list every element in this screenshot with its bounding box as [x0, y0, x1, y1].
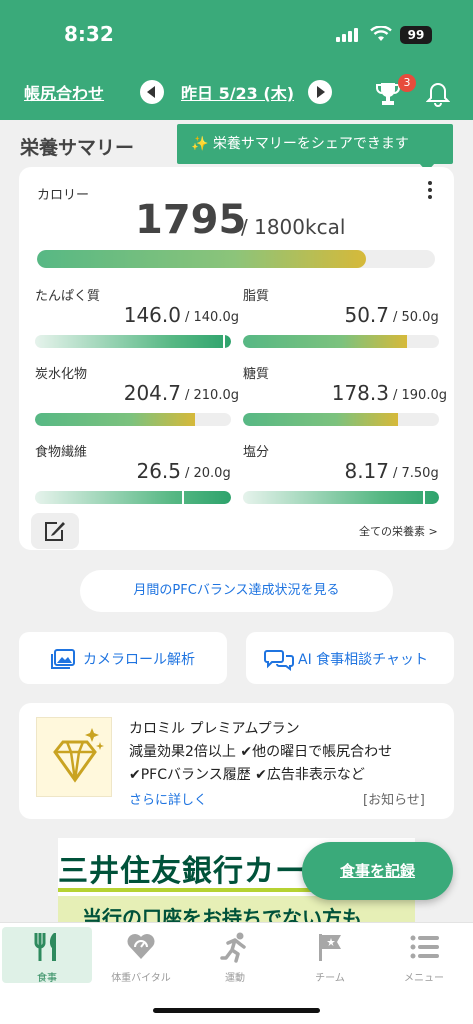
nutrient-progress-fill: [35, 335, 231, 348]
premium-more-link[interactable]: さらに詳しく: [129, 789, 207, 808]
menu-list-icon: [410, 935, 439, 959]
record-meal-button[interactable]: 食事を記録: [302, 842, 453, 900]
nutrient-value: 178.3: [331, 381, 389, 405]
goal-marker: [223, 335, 225, 348]
tab-label: 体重バイタル: [111, 973, 171, 984]
nutrient-target: / 20.0g: [185, 466, 231, 481]
nutrient-target: / 190.0g: [393, 388, 447, 403]
nutrient-name: たんぱく質: [35, 289, 101, 304]
nutrient-value: 8.17: [344, 459, 389, 483]
chat-bubbles-icon: [264, 650, 294, 671]
photo-gallery-icon: [51, 649, 75, 669]
tab-label: 食事: [37, 973, 57, 984]
tab-team[interactable]: チーム: [285, 927, 375, 984]
tab-label: 運動: [225, 973, 245, 984]
ledger-link[interactable]: 帳尻合わせ: [24, 80, 104, 104]
tab-weight-vital[interactable]: 体重バイタル: [96, 927, 186, 984]
calorie-target: / 1800kcal: [241, 215, 346, 239]
chevron-left-icon: [147, 86, 155, 98]
nutrient-progress-bar: [243, 413, 439, 426]
current-date[interactable]: 昨日 5/23 (木): [181, 80, 294, 104]
nutrient-value: 26.5: [136, 459, 181, 483]
tab-menu[interactable]: メニュー: [379, 927, 469, 984]
status-bar: 8:32 99: [0, 0, 473, 62]
ai-chat-button[interactable]: AI 食事相談チャット: [246, 632, 454, 684]
nutrient-name: 脂質: [243, 289, 270, 304]
premium-feature-line: ✔︎PFCバランス履歴 ✔︎広告非表示など: [129, 767, 365, 783]
nutrient-name: 糖質: [243, 367, 270, 382]
calorie-progress-fill: [37, 250, 366, 268]
more-options-icon[interactable]: [427, 181, 433, 201]
heart-scale-icon: [127, 934, 155, 959]
bell-icon[interactable]: [426, 81, 450, 107]
tab-exercise[interactable]: 運動: [190, 927, 280, 984]
ai-chat-label: AI 食事相談チャット: [298, 652, 429, 668]
ad-title: 三井住友銀行カード: [58, 854, 337, 889]
nutrition-summary-card: カロリー 1795 / 1800kcal たんぱく質 146.0 / 140.0g 脂…: [19, 167, 454, 550]
nutrient-target: / 210.0g: [185, 388, 239, 403]
edit-icon: [45, 522, 65, 541]
premium-title: カロミル プレミアムプラン: [129, 721, 300, 737]
tab-meal[interactable]: 食事: [2, 927, 92, 984]
nutrient-progress-fill: [243, 335, 407, 348]
fork-knife-icon: [34, 933, 56, 961]
top-bar: 8:32 99 帳尻合わせ 昨日 5/23 (木) 3: [0, 0, 473, 120]
nutrient-target: / 50.0g: [393, 310, 439, 325]
tab-label: チーム: [315, 973, 345, 984]
nutrient-name: 炭水化物: [35, 367, 88, 382]
prev-day-button[interactable]: [140, 80, 164, 104]
share-tooltip-text: ✨ 栄養サマリーをシェアできます: [191, 136, 409, 152]
nutrient-progress-fill: [35, 491, 231, 504]
wifi-icon: [370, 26, 392, 41]
nutrient-name: 食物繊維: [35, 445, 88, 460]
chevron-right-icon: [317, 86, 325, 98]
nutrient-value: 146.0: [123, 303, 181, 327]
share-tooltip[interactable]: ✨ 栄養サマリーをシェアできます: [177, 124, 453, 172]
section-title: 栄養サマリー: [20, 137, 135, 159]
nutrient-progress-bar: [243, 491, 439, 504]
premium-note-label: [お知らせ]: [363, 793, 425, 808]
nutrient-value: 50.7: [344, 303, 389, 327]
status-time: 8:32: [64, 22, 114, 46]
nutrient-progress-bar: [35, 413, 231, 426]
nutrient-progress-bar: [243, 335, 439, 348]
premium-feature-line: 減量効果2倍以上 ✔︎他の曜日で帳尻合わせ: [129, 744, 393, 760]
camera-roll-button[interactable]: カメラロール解析: [19, 632, 227, 684]
all-nutrients-link[interactable]: 全ての栄養素 >: [359, 523, 438, 539]
goal-marker: [182, 491, 184, 504]
camera-roll-label: カメラロール解析: [83, 652, 195, 668]
goal-marker: [423, 491, 425, 504]
flag-icon: [319, 934, 341, 961]
edit-button[interactable]: [31, 513, 79, 549]
home-indicator: [153, 1008, 320, 1013]
calorie-value: 1795: [135, 197, 247, 243]
premium-plan-card[interactable]: カロミル プレミアムプラン 減量効果2倍以上 ✔︎他の曜日で帳尻合わせ ✔︎PF…: [19, 703, 454, 819]
nutrient-progress-fill: [243, 413, 398, 426]
diamond-icon: [36, 717, 112, 797]
notification-badge: 3: [398, 74, 416, 92]
cellular-signal-icon: [336, 28, 358, 42]
next-day-button[interactable]: [308, 80, 332, 104]
nutrient-progress-fill: [243, 491, 439, 504]
pfc-balance-button[interactable]: 月間のPFCバランス達成状況を見る: [80, 570, 393, 612]
nutrient-value: 204.7: [123, 381, 181, 405]
nutrient-progress-bar: [35, 335, 231, 348]
date-nav: 帳尻合わせ 昨日 5/23 (木) 3: [0, 72, 473, 112]
nutrient-progress-fill: [35, 413, 195, 426]
calorie-progress-bar: [37, 250, 435, 268]
nutrient-progress-bar: [35, 491, 231, 504]
tab-label: メニュー: [404, 973, 444, 984]
nutrient-target: / 7.50g: [393, 466, 439, 481]
nutrient-name: 塩分: [243, 445, 270, 460]
battery-icon: 99: [400, 26, 432, 44]
running-icon: [220, 932, 246, 963]
calorie-label: カロリー: [37, 188, 90, 203]
nutrient-target: / 140.0g: [185, 310, 239, 325]
